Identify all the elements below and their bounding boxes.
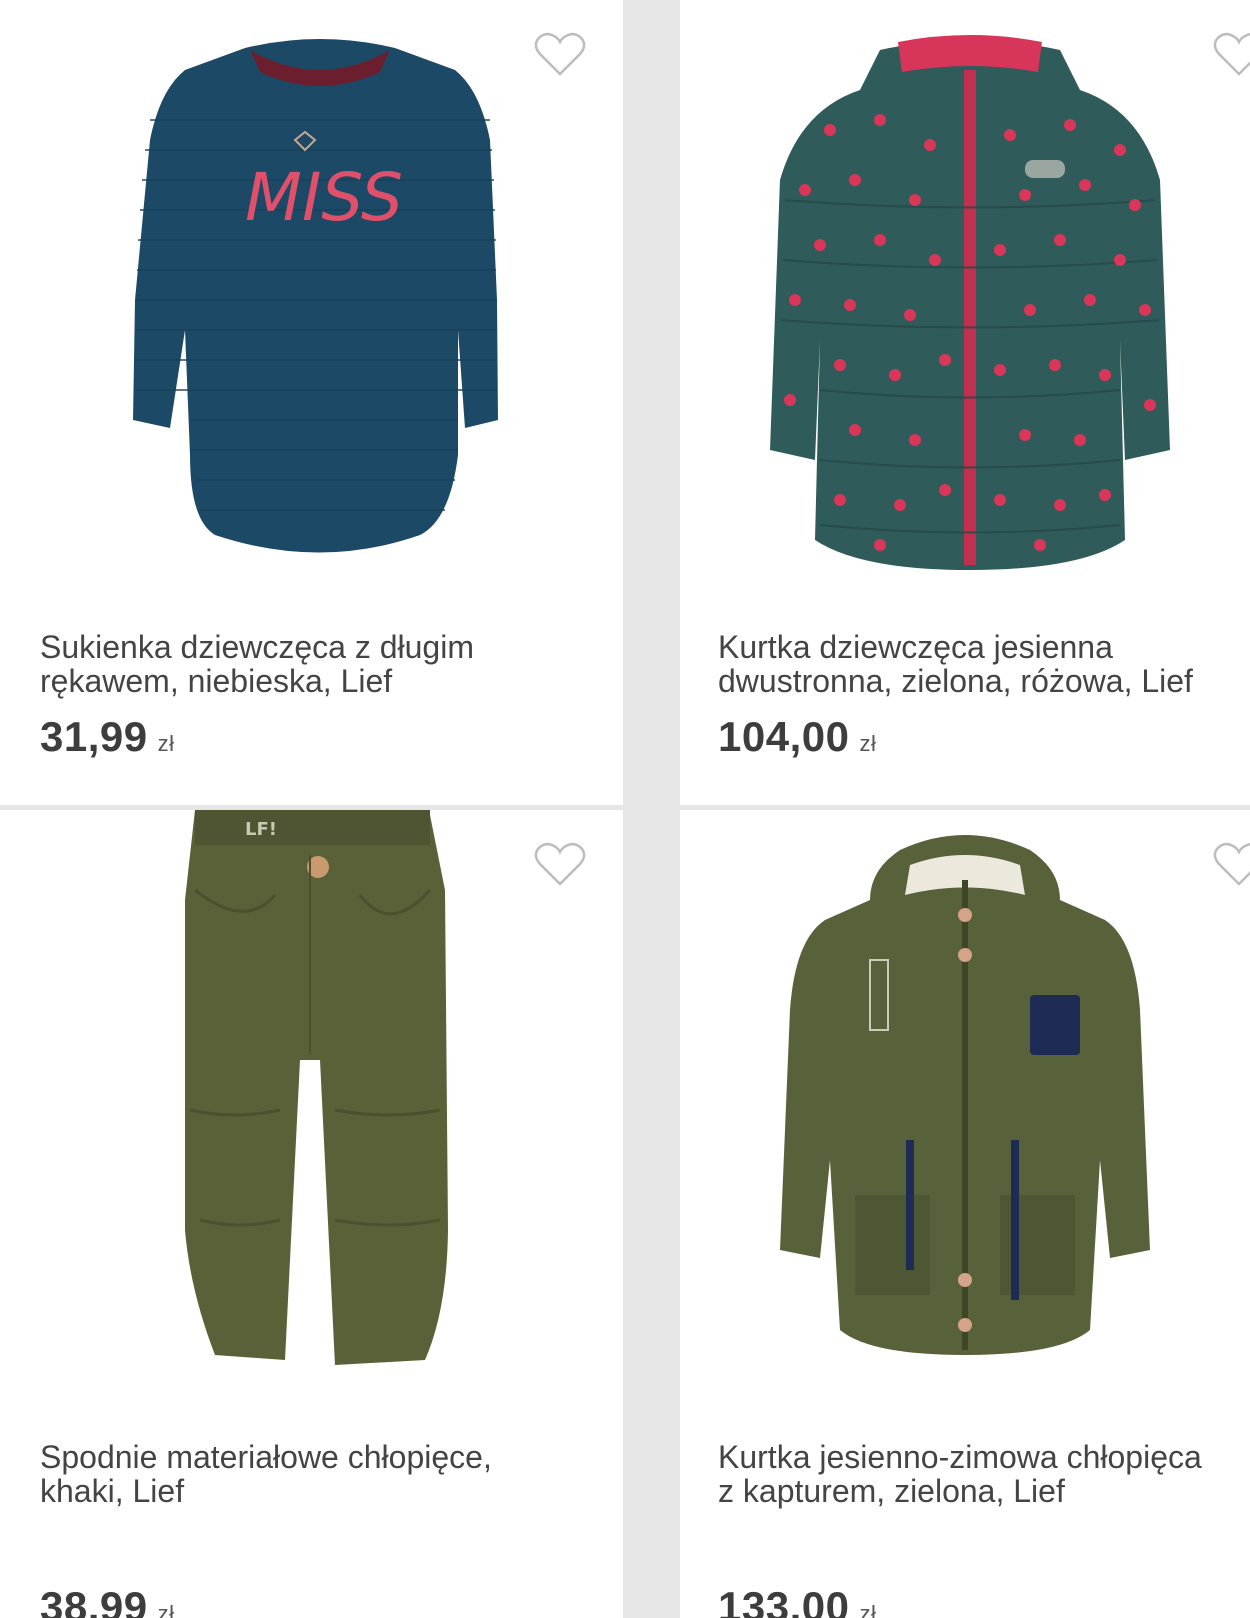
- price-currency: zł: [859, 1601, 877, 1618]
- price-value: 133,00: [718, 1583, 850, 1618]
- product-price: 104,00 zł: [718, 713, 876, 761]
- blue-dress-image: MISS: [133, 39, 498, 553]
- product-title[interactable]: Spodnie materiałowe chłopięce, khaki, Li…: [40, 1440, 580, 1508]
- price-value: 38,99: [40, 1583, 148, 1618]
- favorite-heart-icon[interactable]: [533, 30, 587, 78]
- product-image-green-parka[interactable]: [680, 810, 1250, 1410]
- price-value: 31,99: [40, 713, 148, 760]
- product-image-blue-dress[interactable]: MISS: [0, 0, 623, 600]
- product-card[interactable]: Kurtka dziewczęca jesienna dwustronna, z…: [680, 0, 1250, 805]
- khaki-pants-image: LF!: [185, 810, 448, 1365]
- product-title[interactable]: Kurtka jesienno-zimowa chłopięca z kaptu…: [718, 1440, 1250, 1508]
- price-currency: zł: [157, 1601, 175, 1618]
- svg-text:LF!: LF!: [245, 819, 277, 840]
- favorite-heart-icon[interactable]: [1212, 30, 1250, 78]
- product-price: 31,99 zł: [40, 713, 175, 761]
- product-title[interactable]: Kurtka dziewczęca jesienna dwustronna, z…: [718, 630, 1250, 698]
- product-card[interactable]: LF! Spodnie materiałowe chłopięce, khaki…: [0, 810, 623, 1618]
- product-card[interactable]: MISS Sukienka dziewczęca z długim rękawe…: [0, 0, 623, 805]
- polka-dot-jacket-image: [770, 35, 1170, 570]
- product-image-polka-dot-jacket[interactable]: [680, 0, 1250, 600]
- product-card[interactable]: Kurtka jesienno-zimowa chłopięca z kaptu…: [680, 810, 1250, 1618]
- price-value: 104,00: [718, 713, 850, 760]
- product-image-khaki-pants[interactable]: LF!: [0, 810, 623, 1410]
- product-price: 38,99 zł: [40, 1583, 175, 1618]
- product-grid: MISS Sukienka dziewczęca z długim rękawe…: [0, 0, 1250, 1618]
- product-title[interactable]: Sukienka dziewczęca z długim rękawem, ni…: [40, 630, 580, 698]
- favorite-heart-icon[interactable]: [1212, 840, 1250, 888]
- price-currency: zł: [859, 731, 877, 756]
- product-price: 133,00 zł: [718, 1583, 876, 1618]
- svg-text:MISS: MISS: [245, 159, 403, 236]
- favorite-heart-icon[interactable]: [533, 840, 587, 888]
- green-parka-image: [780, 835, 1150, 1355]
- price-currency: zł: [157, 731, 175, 756]
